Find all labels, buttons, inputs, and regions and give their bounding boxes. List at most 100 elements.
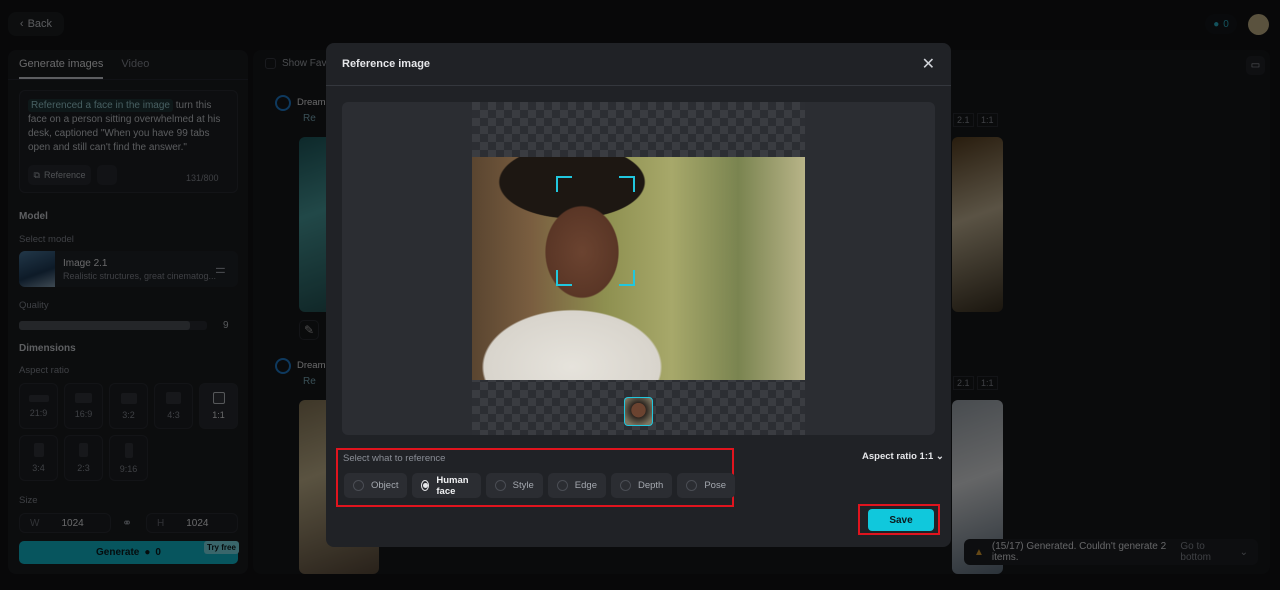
- option-style[interactable]: Style: [485, 473, 543, 498]
- option-label: Depth: [637, 480, 664, 491]
- ratio-label: 9:16: [119, 463, 138, 474]
- ratio-label: 4:3: [167, 410, 180, 420]
- aspect-ratio-16-9[interactable]: 16:9: [64, 383, 103, 429]
- reference-photo: [472, 157, 805, 380]
- aspect-ratio-label: Aspect ratio: [19, 365, 70, 376]
- model-desc: Realistic structures, great cinematog...: [63, 271, 217, 281]
- ratio-label: 2:3: [77, 463, 90, 473]
- option-label: Edge: [574, 480, 597, 491]
- option-human-face[interactable]: Human face: [412, 473, 481, 498]
- ratio-shape-icon: [33, 443, 44, 457]
- radio-icon: [421, 480, 430, 491]
- aspect-ratio-dropdown[interactable]: Aspect ratio 1:1 ⌄: [862, 451, 944, 462]
- face-thumbnail[interactable]: [624, 397, 653, 426]
- item-ref: Re: [303, 376, 316, 387]
- chevron-down-icon: ⌄: [935, 451, 944, 462]
- width-value: 1024: [61, 517, 84, 529]
- radio-icon: [619, 480, 631, 491]
- height-input[interactable]: H 1024: [146, 513, 238, 533]
- ratio-shape-icon: [79, 443, 88, 457]
- height-label: H: [157, 517, 165, 529]
- face-bracket-tl: [556, 176, 572, 192]
- aspect-ratio-4-3[interactable]: 4:3: [154, 383, 193, 429]
- tag: 1:1: [977, 113, 998, 127]
- select-model-label: Select model: [19, 234, 74, 245]
- face-bracket-bl: [556, 270, 572, 286]
- size-label: Size: [19, 495, 38, 506]
- go-to-bottom-link[interactable]: Go to bottom: [1180, 541, 1231, 563]
- model-heading: Model: [19, 211, 48, 222]
- aspect-ratio-2-3[interactable]: 2:3: [64, 435, 103, 481]
- folder-icon[interactable]: ▭: [1246, 56, 1265, 75]
- reference-type-section: Select what to reference Object Human fac…: [336, 448, 735, 507]
- width-input[interactable]: W 1024: [19, 513, 111, 533]
- item-title: Dream: [297, 97, 326, 108]
- quality-fill: [19, 321, 191, 330]
- radio-icon: [556, 480, 568, 491]
- aspect-ratio-21-9[interactable]: 21:9: [19, 383, 58, 429]
- option-pose[interactable]: Pose: [677, 473, 735, 498]
- try-free-badge: Try free: [204, 541, 239, 554]
- height-value: 1024: [186, 517, 209, 529]
- quality-value: 9: [223, 320, 229, 331]
- tag: 1:1: [977, 376, 998, 390]
- quality-label: Quality: [19, 300, 49, 311]
- ratio-label: 3:4: [32, 463, 45, 473]
- text-style-button[interactable]: [97, 165, 117, 185]
- aspect-ratio-3-4[interactable]: 3:4: [19, 435, 58, 481]
- char-count: 131/800: [186, 173, 219, 183]
- dream-icon: [275, 358, 291, 374]
- tag: 2.1: [953, 376, 974, 390]
- option-object[interactable]: Object: [344, 473, 408, 498]
- dimensions-heading: Dimensions: [19, 343, 76, 354]
- credits-badge[interactable]: ● 0: [1205, 14, 1237, 34]
- status-toast: ▲ (15/17) Generated. Couldn't generate 2 …: [964, 539, 1258, 565]
- link-icon[interactable]: ⚭: [122, 516, 132, 530]
- aspect-ratio-9-16[interactable]: 9:16: [109, 435, 148, 481]
- select-reference-label: Select what to reference: [343, 453, 446, 464]
- ratio-shape-icon: [124, 442, 133, 458]
- edit-icon[interactable]: ✎: [299, 320, 319, 340]
- avatar[interactable]: [1248, 14, 1269, 35]
- quality-slider[interactable]: [19, 321, 207, 330]
- ratio-shape-icon: [75, 393, 92, 403]
- reference-button[interactable]: ⧉ Reference: [28, 165, 91, 185]
- close-icon[interactable]: ✕: [922, 54, 935, 74]
- checkbox-icon: [265, 58, 276, 69]
- option-edge[interactable]: Edge: [547, 473, 606, 498]
- aspect-ratio-1-1[interactable]: 1:1: [199, 383, 238, 429]
- face-bracket-tr: [619, 176, 635, 192]
- width-label: W: [30, 517, 40, 529]
- option-label: Human face: [436, 474, 469, 497]
- ratio-shape-icon: [166, 392, 181, 404]
- chevron-down-icon: ⌄: [1239, 546, 1248, 558]
- option-depth[interactable]: Depth: [610, 473, 673, 498]
- warning-icon: ▲: [974, 546, 984, 558]
- reference-chip: Referenced a face in the image: [28, 99, 173, 112]
- generate-label: Generate: [96, 547, 140, 558]
- model-selector[interactable]: Image 2.1 Realistic structures, great ci…: [19, 251, 238, 287]
- item-ref: Re: [303, 113, 316, 124]
- aspect-ratio-3-2[interactable]: 3:2: [109, 383, 148, 429]
- back-button[interactable]: ‹ Back: [8, 12, 64, 36]
- radio-icon: [353, 480, 364, 491]
- tab-video[interactable]: Video: [121, 58, 149, 79]
- coin-icon: ●: [1213, 18, 1220, 30]
- sliders-icon[interactable]: ⚌: [215, 262, 226, 276]
- toast-text: (15/17) Generated. Couldn't generate 2 i…: [991, 541, 1167, 563]
- option-label: Style: [512, 480, 534, 491]
- chevron-left-icon: ‹: [19, 18, 24, 30]
- model-thumbnail: [19, 251, 55, 287]
- option-label: Object: [371, 480, 399, 491]
- generate-cost: 0: [155, 547, 161, 558]
- image-preview: [342, 102, 935, 435]
- generated-image[interactable]: [952, 137, 1003, 312]
- item-title: Dream: [297, 360, 326, 371]
- save-button[interactable]: Save: [868, 509, 934, 531]
- radio-icon: [494, 480, 506, 491]
- coin-icon: ●: [144, 547, 151, 558]
- tab-generate-images[interactable]: Generate images: [19, 58, 104, 79]
- ratio-shape-icon: [28, 394, 49, 402]
- ratio-shape-icon: [212, 392, 225, 404]
- save-highlight: Save: [858, 504, 940, 535]
